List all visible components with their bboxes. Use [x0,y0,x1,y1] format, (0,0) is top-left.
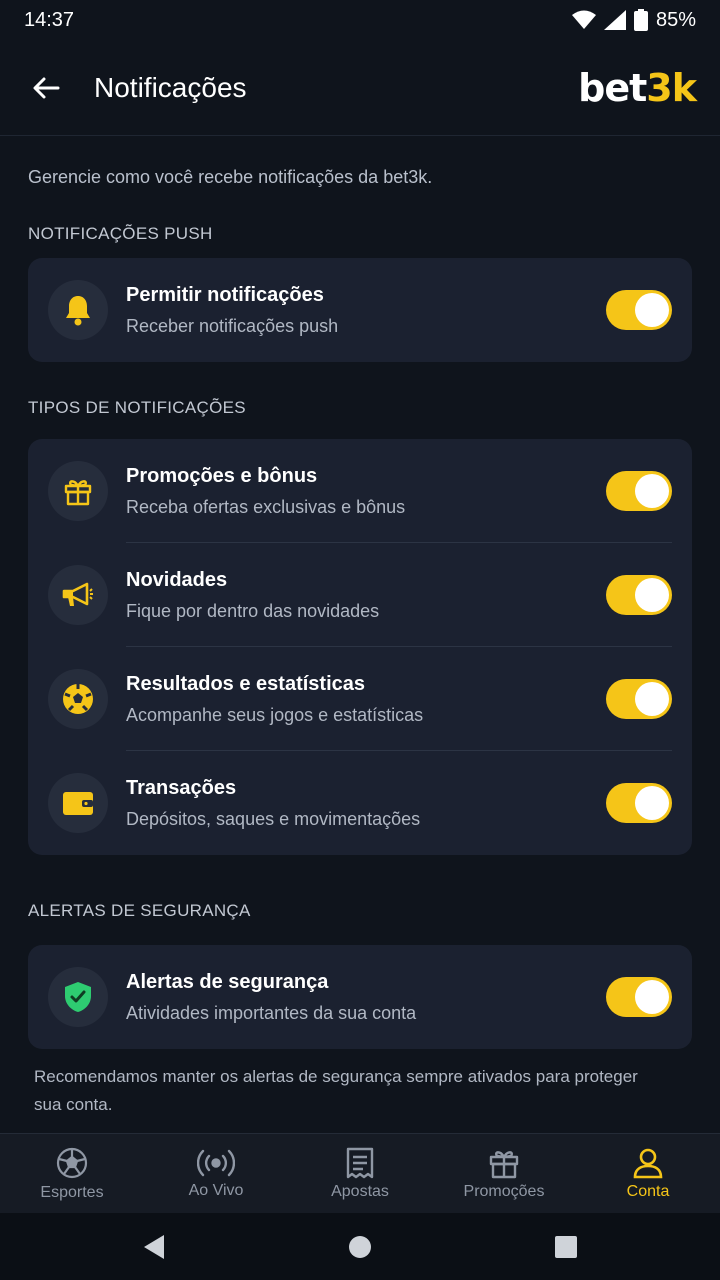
nav-item-esportes[interactable]: Esportes [0,1134,144,1213]
battery-icon [633,9,648,31]
row-subtitle: Depósitos, saques e movimentações [126,808,421,829]
back-button[interactable] [24,66,68,110]
row-title: Alertas de segurança [126,970,329,993]
toggle-permitir-notificacoes[interactable] [606,290,672,330]
bell-icon [66,296,90,326]
nav-label: Ao Vivo [188,1181,244,1199]
row-title: Novidades [126,568,228,591]
broadcast-icon [197,1149,235,1176]
page-title: Notificações [94,71,247,103]
system-home-button[interactable] [257,1235,463,1259]
wifi-icon [571,10,596,29]
intro-text: Gerencie como você recebe notificações d… [28,167,433,187]
nav-item-apostas[interactable]: Apostas [288,1134,432,1213]
shield-check-icon [65,982,91,1012]
toggle-knob [635,293,669,327]
section-label-types: TIPOS DE NOTIFICAÇÕES [28,398,246,417]
soccer-ball-icon [63,684,93,714]
system-navigation-bar [0,1213,720,1280]
gift-icon [489,1150,519,1178]
soccer-ball-icon [56,1147,88,1178]
megaphone-icon [62,582,93,606]
nav-label: Promoções [463,1182,545,1200]
status-icons: 85% [571,8,696,32]
toggle-alertas-seguranca[interactable] [606,977,672,1017]
gift-icon [64,480,92,506]
arrow-left-icon [33,77,60,98]
system-back-button[interactable] [51,1234,257,1260]
system-recents-button[interactable] [463,1235,669,1259]
signal-icon [603,10,626,30]
setting-row-resultados[interactable]: Resultados e estatísticas Acompanhe seus… [28,647,692,751]
row-title: Resultados e estatísticas [126,672,365,695]
setting-row-permitir-notificacoes[interactable]: Permitir notificações Receber notificaçõ… [28,258,692,362]
toggle-transacoes[interactable] [606,783,672,823]
battery-level: 85% [655,8,696,31]
card-push: Permitir notificações Receber notificaçõ… [28,258,692,362]
row-title: Promoções e bônus [126,464,318,487]
setting-row-alertas-seguranca[interactable]: Alertas de segurança Atividades importan… [28,945,692,1049]
toggle-knob [635,474,669,508]
row-subtitle: Acompanhe seus jogos e estatísticas [126,704,424,725]
row-icon-container [48,280,108,340]
circle-home-icon [349,1235,371,1258]
square-recents-icon [555,1235,577,1258]
row-subtitle: Fique por dentro das novidades [126,600,380,621]
row-icon-container [48,967,108,1027]
status-time: 14:37 [24,8,75,31]
setting-row-promocoes[interactable]: Promoções e bônus Receba ofertas exclusi… [28,439,692,543]
toggle-resultados[interactable] [606,679,672,719]
nav-item-promocoes[interactable]: Promoções [432,1134,576,1213]
row-subtitle: Receber notificações push [126,315,339,336]
receipt-icon [346,1147,374,1178]
toggle-knob [635,578,669,612]
nav-label: Conta [626,1182,670,1200]
setting-row-novidades[interactable]: Novidades Fique por dentro das novidades [28,543,692,647]
card-types: Promoções e bônus Receba ofertas exclusi… [28,439,692,855]
triangle-back-icon [144,1234,164,1259]
row-title: Permitir notificações [126,283,324,306]
wallet-icon [63,792,93,815]
section-label-security: ALERTAS DE SEGURANÇA [28,901,251,920]
section-label-push: NOTIFICAÇÕES PUSH [28,224,213,243]
bottom-nav: Esportes Ao Vivo Apostas Promoções Conta [0,1133,720,1213]
row-icon-container [48,461,108,521]
setting-row-transacoes[interactable]: Transações Depósitos, saques e movimenta… [28,751,692,855]
brand-logo-part-white: bet [578,65,647,110]
toggle-knob [635,980,669,1014]
security-footnote: Recomendamos manter os alertas de segura… [34,1067,638,1114]
brand-logo: bet3k [578,65,697,110]
row-title: Transações [126,776,237,799]
status-bar: 14:37 85% [0,0,720,40]
toggle-knob [635,786,669,820]
brand-logo-part-yellow: 3k [646,65,697,110]
row-icon-container [48,565,108,625]
row-icon-container [48,773,108,833]
nav-item-ao-vivo[interactable]: Ao Vivo [144,1134,288,1213]
toggle-knob [635,682,669,716]
row-icon-container [48,669,108,729]
user-icon [633,1148,663,1178]
toggle-promocoes[interactable] [606,471,672,511]
nav-label: Esportes [40,1183,104,1201]
row-subtitle: Receba ofertas exclusivas e bônus [126,496,406,517]
app-bar: Notificações bet3k [0,40,720,136]
toggle-novidades[interactable] [606,575,672,615]
row-subtitle: Atividades importantes da sua conta [126,1002,417,1023]
nav-item-conta[interactable]: Conta [576,1134,720,1213]
card-security: Alertas de segurança Atividades importan… [28,945,692,1049]
nav-label: Apostas [331,1182,389,1200]
